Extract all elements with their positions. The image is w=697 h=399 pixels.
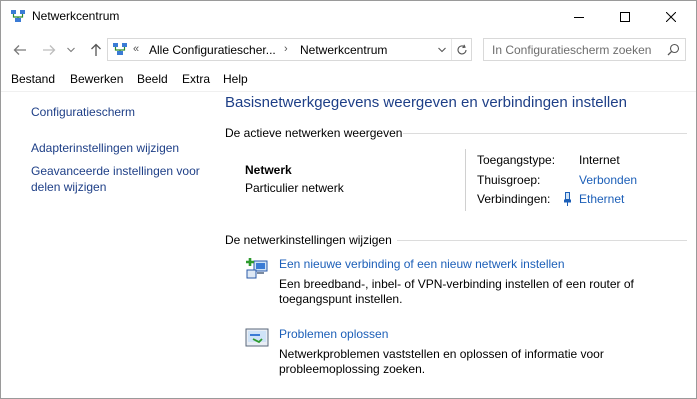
navigation-bar: « Alle Configuratiescher... › Netwerkcen… (1, 32, 696, 67)
close-icon (666, 11, 676, 22)
forward-arrow-icon (43, 45, 56, 55)
close-button[interactable] (648, 1, 694, 32)
refresh-button[interactable] (451, 39, 472, 60)
ethernet-connection-link[interactable]: Ethernet (579, 192, 624, 206)
network-center-icon (11, 10, 25, 22)
page-title: Basisnetwerkgegevens weergeven en verbin… (225, 94, 627, 111)
active-networks-heading: De actieve netwerken weergeven (225, 126, 403, 140)
new-connection-description: Een breedband-, inbel- of VPN-verbinding… (279, 277, 634, 306)
troubleshoot-description: Netwerkproblemen vaststellen en oplossen… (279, 347, 604, 376)
search-icon[interactable] (667, 43, 680, 56)
change-settings-heading: De netwerkinstellingen wijzigen (225, 233, 392, 247)
back-arrow-icon (13, 45, 26, 55)
breadcrumb-separator-icon[interactable]: › (284, 43, 288, 55)
sidebar-item-advanced-sharing[interactable]: Geavanceerde instellingen voor delen wij… (31, 163, 211, 195)
up-arrow-icon (91, 43, 101, 56)
menu-file[interactable]: Bestand (11, 72, 55, 86)
forward-button[interactable] (39, 40, 59, 60)
window: Netwerkcentrum « Alle Configuratiescher.… (0, 0, 697, 399)
troubleshoot-icon (245, 328, 269, 347)
menu-help[interactable]: Help (223, 72, 248, 86)
homegroup-link[interactable]: Verbonden (579, 173, 637, 187)
network-category: Particulier netwerk (245, 181, 344, 195)
breadcrumb-control-panel[interactable]: Alle Configuratiescher... (149, 43, 276, 57)
title-bar: Netwerkcentrum (1, 1, 696, 32)
recent-locations-button[interactable] (64, 40, 78, 60)
control-panel-icon (113, 43, 127, 55)
maximize-icon (620, 11, 630, 22)
breadcrumb-network-center[interactable]: Netwerkcentrum (300, 43, 387, 57)
vertical-divider (465, 149, 466, 211)
up-button[interactable] (86, 40, 106, 60)
search-box[interactable]: In Configuratiescherm zoeken (483, 38, 686, 61)
new-connection-link[interactable]: Een nieuwe verbinding of een nieuw netwe… (279, 257, 565, 271)
breadcrumb-overflow[interactable]: « (133, 43, 139, 55)
address-bar[interactable]: « Alle Configuratiescher... › Netwerkcen… (107, 38, 472, 61)
chevron-down-icon (67, 47, 75, 53)
menu-edit[interactable]: Bewerken (70, 72, 123, 86)
network-name: Netwerk (245, 163, 292, 177)
address-history-button[interactable] (433, 39, 451, 60)
troubleshoot-link[interactable]: Problemen oplossen (279, 327, 388, 341)
sidebar-item-adapter-settings[interactable]: Adapterinstellingen wijzigen (31, 140, 179, 156)
chevron-down-icon (438, 47, 446, 52)
new-connection-icon (246, 258, 268, 279)
menu-bar: Bestand Bewerken Beeld Extra Help (1, 67, 696, 92)
menu-tools[interactable]: Extra (182, 72, 210, 86)
connections-label: Verbindingen: (477, 192, 551, 206)
ethernet-icon (564, 192, 571, 206)
minimize-icon (574, 16, 584, 18)
minimize-button[interactable] (556, 1, 602, 32)
section-divider (403, 133, 687, 134)
homegroup-label: Thuisgroep: (477, 173, 541, 187)
section-divider (397, 240, 687, 241)
sidebar-control-panel-home[interactable]: Configuratiescherm (31, 104, 135, 120)
access-type-label: Toegangstype: (477, 153, 556, 167)
back-button[interactable] (10, 40, 30, 60)
menu-view[interactable]: Beeld (137, 72, 168, 86)
search-input[interactable]: In Configuratiescherm zoeken (492, 43, 651, 57)
maximize-button[interactable] (602, 1, 648, 32)
window-title: Netwerkcentrum (32, 9, 120, 23)
refresh-icon (457, 44, 467, 54)
access-type-value: Internet (579, 153, 620, 167)
